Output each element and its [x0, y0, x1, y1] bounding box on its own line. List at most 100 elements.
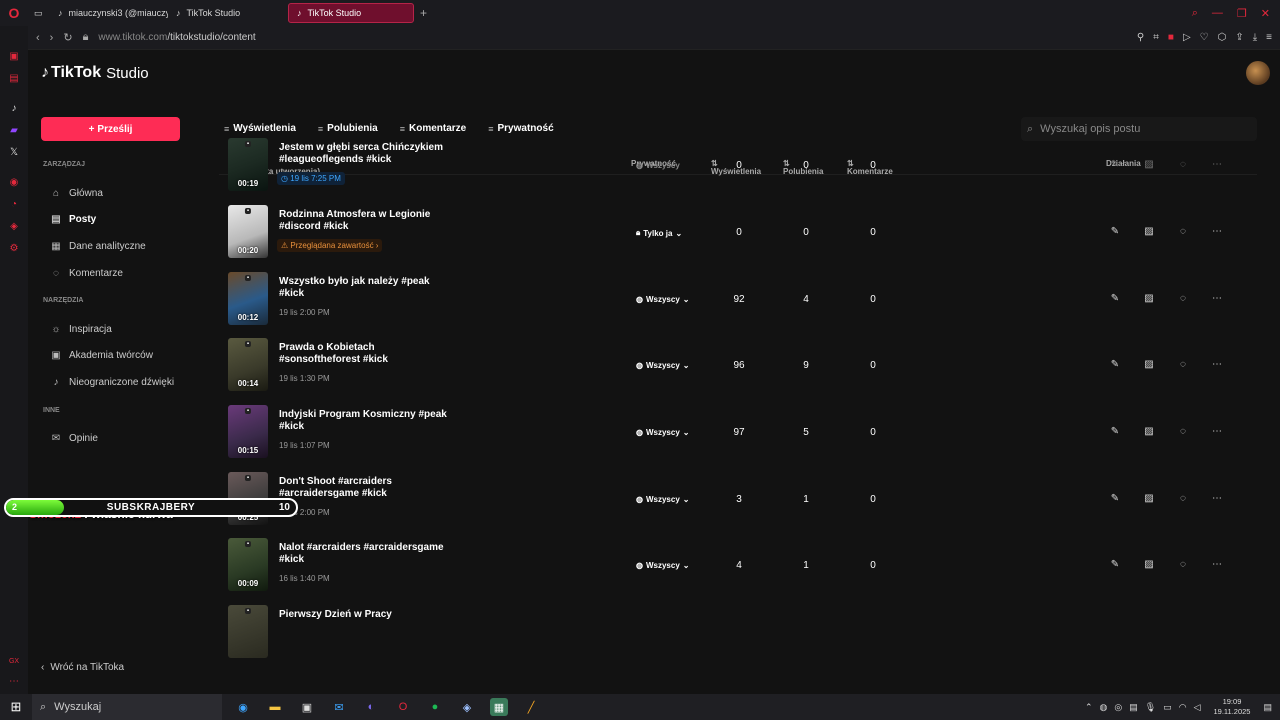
- more-icon[interactable]: ⋯: [1211, 293, 1223, 304]
- tray-app-icon[interactable]: ◎: [1114, 702, 1122, 713]
- opera-gx-icon[interactable]: O: [394, 698, 412, 716]
- wifi-icon[interactable]: ◠: [1179, 702, 1187, 713]
- browser-tab[interactable]: ♪ miauczynski3 (@miauczy: [50, 3, 168, 23]
- cover-icon[interactable]: ▨: [1143, 426, 1155, 437]
- more-icon[interactable]: ⋯: [1211, 493, 1223, 504]
- sidebar-item-comments[interactable]: ◌ Komentarze: [41, 260, 191, 286]
- browser-tab[interactable]: ▭: [28, 3, 50, 23]
- edit-icon[interactable]: ✎: [1109, 426, 1121, 437]
- video-thumbnail[interactable]: ▪ 00:12: [228, 272, 268, 325]
- sidebar-item-feedback[interactable]: ✉ Opinie: [41, 426, 191, 452]
- sidebar-item-sounds[interactable]: ♪ Nieograniczone dźwięki: [41, 370, 191, 396]
- store-icon[interactable]: ▣: [298, 698, 316, 716]
- table-row[interactable]: ▪ 00:19 Jestem w głębi serca Chińczykiem #…: [219, 132, 1257, 198]
- post-title[interactable]: Rodzinna Atmosfera w Legionie #discord #…: [279, 209, 449, 233]
- tiktok-sidebar-icon[interactable]: ♪: [12, 102, 17, 115]
- sidebar-item-home[interactable]: ⌂ Główna: [41, 180, 191, 206]
- table-row[interactable]: ▪ 00:09 Nalot #arcraiders #arcraidersgame …: [219, 532, 1257, 598]
- video-thumbnail[interactable]: ▪ 00:09: [228, 538, 268, 591]
- maximize-icon[interactable]: ❐: [1237, 7, 1247, 20]
- spotify-icon[interactable]: ●: [426, 698, 444, 716]
- edit-icon[interactable]: ✎: [1109, 293, 1121, 304]
- twitch-icon[interactable]: ▰: [10, 124, 18, 137]
- close-icon[interactable]: ✕: [1261, 7, 1270, 20]
- video-thumbnail[interactable]: ▪ 00:20: [228, 205, 268, 258]
- menu-icon[interactable]: ≡: [1266, 32, 1272, 43]
- edge-icon[interactable]: ◉: [234, 698, 252, 716]
- table-row[interactable]: ▪ 00:25 Don't Shoot #arcraiders #arcraider…: [219, 466, 1257, 532]
- heart-icon[interactable]: ♡: [1200, 32, 1209, 43]
- comment-icon[interactable]: ◌: [1177, 359, 1189, 370]
- table-row[interactable]: ▪ 00:14 Prawda o Kobietach #sonsofthefores…: [219, 332, 1257, 398]
- cover-icon[interactable]: ▨: [1143, 293, 1155, 304]
- windows-start-icon[interactable]: ⊞: [0, 699, 32, 715]
- post-title[interactable]: Prawda o Kobietach #sonsoftheforest #kic…: [279, 342, 449, 366]
- more-icon[interactable]: ⋯: [1211, 359, 1223, 370]
- more-icon[interactable]: ⋯: [1211, 159, 1223, 170]
- privacy-select[interactable]: ◍ Wszyscy ⌄: [636, 295, 689, 304]
- table-row[interactable]: ▪ 00:12 Wszystko było jak należy #peak #ki…: [219, 266, 1257, 332]
- tiktok-studio-logo[interactable]: ♪ TikTok Studio: [41, 64, 149, 82]
- table-row[interactable]: ▪ 00:20 Rodzinna Atmosfera w Legionie #dis…: [219, 199, 1257, 265]
- cover-icon[interactable]: ▨: [1143, 226, 1155, 237]
- table-row[interactable]: ▪ 00:15 Indyjski Program Kosmiczny #peak #…: [219, 399, 1257, 465]
- wallet-icon[interactable]: ◈: [10, 220, 18, 233]
- privacy-select[interactable]: ◍ Wszyscy ⌄: [636, 561, 689, 570]
- settings-icon[interactable]: ⚙: [10, 242, 19, 255]
- obs-icon[interactable]: ▦: [490, 698, 508, 716]
- back-to-tiktok-link[interactable]: ‹ Wróć na TikToka: [41, 662, 124, 673]
- steam-icon[interactable]: ◈: [458, 698, 476, 716]
- pin-icon[interactable]: ⚲: [1137, 32, 1144, 43]
- browser-tab[interactable]: ♪ TikTok Studio: [168, 3, 288, 23]
- table-row[interactable]: ▪ Pierwszy Dzień w Pracy: [219, 599, 1257, 665]
- post-title[interactable]: Wszystko było jak należy #peak #kick: [279, 276, 449, 300]
- more-icon[interactable]: ⋯: [1211, 559, 1223, 570]
- cover-icon[interactable]: ▨: [1143, 559, 1155, 570]
- minimize-icon[interactable]: —: [1212, 7, 1223, 20]
- history-icon[interactable]: ◉: [10, 176, 19, 189]
- more-icon[interactable]: ⋯: [9, 675, 19, 688]
- download-icon[interactable]: ⤓: [1253, 32, 1257, 43]
- tray-app-icon[interactable]: ▤: [1129, 702, 1138, 713]
- cover-icon[interactable]: ▨: [1143, 493, 1155, 504]
- video-thumbnail[interactable]: ▪ 00:14: [228, 338, 268, 391]
- player-icon[interactable]: ▷: [1183, 32, 1191, 43]
- taskbar-search[interactable]: ⌕ Wyszukaj: [32, 694, 222, 720]
- cover-icon[interactable]: ▨: [1143, 159, 1155, 170]
- taskbar-clock[interactable]: 19:09 19.11.2025: [1214, 697, 1251, 717]
- post-title[interactable]: Pierwszy Dzień w Pracy: [279, 609, 449, 621]
- edit-icon[interactable]: ✎: [1109, 226, 1121, 237]
- video-thumbnail[interactable]: ▪ 00:15: [228, 405, 268, 458]
- extensions-icon[interactable]: ⬡: [1218, 32, 1227, 43]
- comment-icon[interactable]: ◌: [1177, 226, 1189, 237]
- sidebar-item-posts[interactable]: ▤ Posty: [41, 207, 191, 233]
- microphone-icon[interactable]: 🎙︎: [1145, 702, 1156, 713]
- vpn-icon[interactable]: ■: [1168, 32, 1174, 43]
- forward-icon[interactable]: ›: [50, 32, 54, 44]
- privacy-select[interactable]: ◍ Wszyscy ⌄: [636, 361, 689, 370]
- more-icon[interactable]: ⋯: [1211, 426, 1223, 437]
- x-icon[interactable]: 𝕏: [10, 146, 18, 159]
- discord-icon[interactable]: ◐: [362, 698, 380, 716]
- volume-icon[interactable]: ◁: [1194, 702, 1201, 713]
- post-title[interactable]: Don't Shoot #arcraiders #arcraidersgame …: [279, 476, 449, 500]
- tray-chevron-icon[interactable]: ⌃: [1085, 702, 1093, 713]
- post-title[interactable]: Indyjski Program Kosmiczny #peak #kick: [279, 409, 449, 433]
- edit-icon[interactable]: ✎: [1109, 159, 1121, 170]
- video-thumbnail[interactable]: ▪: [228, 605, 268, 658]
- tray-app-icon[interactable]: ▭: [1163, 702, 1172, 713]
- url-field[interactable]: www.tiktok.com/tiktokstudio/content: [98, 32, 255, 43]
- file-explorer-icon[interactable]: ▬: [266, 698, 284, 716]
- app-icon[interactable]: ╱: [522, 698, 540, 716]
- avatar[interactable]: [1246, 61, 1270, 85]
- upload-button[interactable]: + Prześlij: [41, 117, 180, 141]
- browser-tab-active[interactable]: ♪ TikTok Studio: [288, 3, 414, 23]
- edit-icon[interactable]: ✎: [1109, 493, 1121, 504]
- sidebar-item-academy[interactable]: ▣ Akademia twórców: [41, 343, 191, 369]
- search-tabs-icon[interactable]: ⌕: [1192, 7, 1198, 20]
- privacy-select[interactable]: ◍ Wszyscy ⌄: [636, 428, 689, 437]
- back-icon[interactable]: ‹: [36, 32, 40, 44]
- comment-icon[interactable]: ◌: [1177, 293, 1189, 304]
- post-title[interactable]: Jestem w głębi serca Chińczykiem #league…: [279, 142, 449, 166]
- comment-icon[interactable]: ◌: [1177, 559, 1189, 570]
